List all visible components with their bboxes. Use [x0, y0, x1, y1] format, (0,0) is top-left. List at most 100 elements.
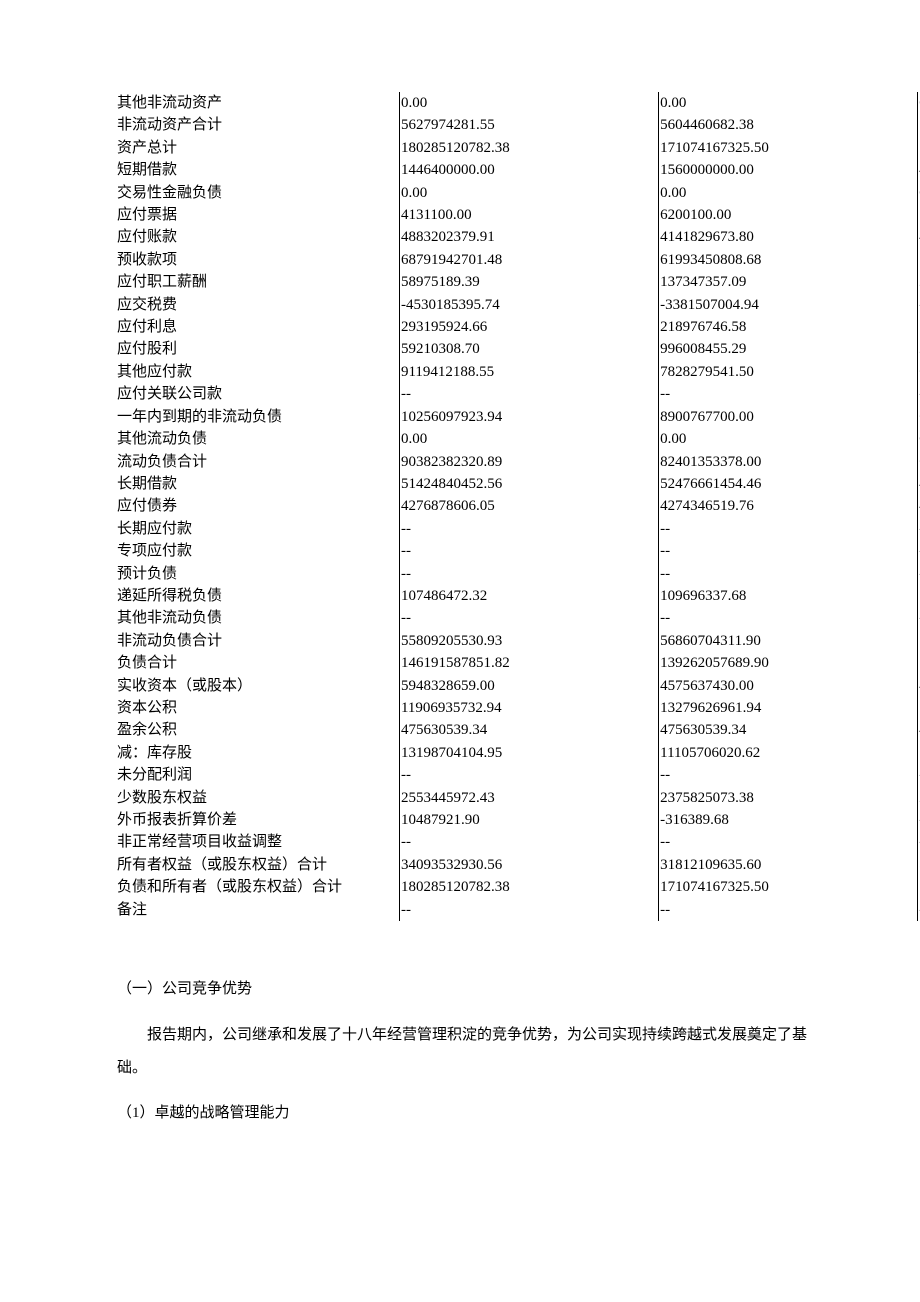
row-value: 0.00 — [659, 182, 918, 204]
row-label: 预计负债 — [117, 563, 399, 585]
row-value: 475630539.34 — [659, 719, 918, 741]
row-value: 4276878606.05 — [399, 495, 658, 517]
row-value: 7828279541.50 — [659, 361, 918, 383]
row-value: 2375825073.38 — [659, 787, 918, 809]
row-value: -- — [399, 540, 658, 562]
row-value: 139262057689.90 — [659, 652, 918, 674]
row-value: 10256097923.94 — [399, 406, 658, 428]
row-label: 应付利息 — [117, 316, 399, 338]
row-value: 59210308.70 — [399, 338, 658, 360]
row-value: 68791942701.48 — [399, 249, 658, 271]
row-value: 13279626961.94 — [659, 697, 918, 719]
row-label: 少数股东权益 — [117, 787, 399, 809]
row-value: -- — [399, 899, 658, 921]
row-value: 55809205530.93 — [399, 630, 658, 652]
row-label: 未分配利润 — [117, 764, 399, 786]
row-value: 171074167325.50 — [659, 876, 918, 898]
row-value: 31812109635.60 — [659, 854, 918, 876]
row-value: 61993450808.68 — [659, 249, 918, 271]
row-value: 34093532930.56 — [399, 854, 658, 876]
row-value: -4530185395.74 — [399, 294, 658, 316]
row-value: -3381507004.94 — [659, 294, 918, 316]
row-value: 6200100.00 — [659, 204, 918, 226]
row-value: 9119412188.55 — [399, 361, 658, 383]
row-label: 其他流动负债 — [117, 428, 399, 450]
table-row: 应交税费-4530185395.74-3381507004.94-1478091… — [117, 294, 920, 316]
row-label: 流动负债合计 — [117, 451, 399, 473]
balance-sheet-table: 其他非流动资产0.000.000.00非流动资产合计5627974281.555… — [117, 92, 920, 921]
row-value: 996008455.29 — [659, 338, 918, 360]
row-value: 11105706020.62 — [659, 742, 918, 764]
row-value: 4883202379.91 — [399, 226, 658, 248]
table-row: 预收款项68791942701.4861993450808.6851544328… — [117, 249, 920, 271]
row-value: 293195924.66 — [399, 316, 658, 338]
row-label: 递延所得税负债 — [117, 585, 399, 607]
row-label: 备注 — [117, 899, 399, 921]
row-label: 一年内到期的非流动负债 — [117, 406, 399, 428]
row-value: 0.00 — [399, 182, 658, 204]
row-label: 其他非流动负债 — [117, 607, 399, 629]
table-row: 实收资本（或股本）5948328659.004575637430.0045756… — [117, 675, 920, 697]
row-value: -- — [659, 764, 918, 786]
row-value: -- — [399, 383, 658, 405]
row-label: 负债合计 — [117, 652, 399, 674]
table-row: 专项应付款------ — [117, 540, 920, 562]
row-label: 短期借款 — [117, 159, 399, 181]
row-value: 180285120782.38 — [399, 137, 658, 159]
subsection-heading: （1）卓越的战略管理能力 — [117, 1101, 811, 1125]
table-row: 交易性金融负债0.000.000.00 — [117, 182, 920, 204]
table-row: 负债和所有者（或股东权益）合计180285120782.381710741673… — [117, 876, 920, 898]
row-value: 10487921.90 — [399, 809, 658, 831]
row-label: 应付账款 — [117, 226, 399, 248]
row-value: 146191587851.82 — [399, 652, 658, 674]
table-row: 资本公积11906935732.9413279626961.9413279626… — [117, 697, 920, 719]
row-label: 交易性金融负债 — [117, 182, 399, 204]
row-value: 0.00 — [399, 92, 658, 114]
row-value: 4575637430.00 — [659, 675, 918, 697]
row-value: -- — [659, 831, 918, 853]
table-row: 负债合计146191587851.82139262057689.90120307… — [117, 652, 920, 674]
row-value: -- — [659, 383, 918, 405]
row-value: -- — [399, 518, 658, 540]
document-page: 其他非流动资产0.000.000.00非流动资产合计5627974281.555… — [0, 0, 920, 1125]
table-row: 应付债券4276878606.054274346519.764271786299… — [117, 495, 920, 517]
table-row: 应付利息293195924.66218976746.58143932910.96 — [117, 316, 920, 338]
table-row: 应付职工薪酬58975189.39137347357.09240519095.0… — [117, 271, 920, 293]
row-value: -- — [399, 607, 658, 629]
row-label: 应交税费 — [117, 294, 399, 316]
row-label: 所有者权益（或股东权益）合计 — [117, 854, 399, 876]
row-label: 减：库存股 — [117, 742, 399, 764]
table-row: 盈余公积475630539.34475630539.34475630539.34 — [117, 719, 920, 741]
row-label: 长期借款 — [117, 473, 399, 495]
row-label: 其他非流动资产 — [117, 92, 399, 114]
row-value: 8900767700.00 — [659, 406, 918, 428]
row-value: 58975189.39 — [399, 271, 658, 293]
row-value: 5604460682.38 — [659, 114, 918, 136]
table-row: 应付股利59210308.70996008455.2921397682.70 — [117, 338, 920, 360]
row-value: 171074167325.50 — [659, 137, 918, 159]
row-value: 180285120782.38 — [399, 876, 658, 898]
section-heading: （一）公司竞争优势 — [117, 977, 811, 1001]
row-value: -- — [659, 518, 918, 540]
row-value: -- — [399, 764, 658, 786]
table-row: 非正常经营项目收益调整------ — [117, 831, 920, 853]
row-value: 13198704104.95 — [399, 742, 658, 764]
row-value: 2553445972.43 — [399, 787, 658, 809]
row-label: 外币报表折算价差 — [117, 809, 399, 831]
table-row: 预计负债------ — [117, 563, 920, 585]
row-label: 应付职工薪酬 — [117, 271, 399, 293]
table-row: 其他非流动资产0.000.000.00 — [117, 92, 920, 114]
row-label: 应付债券 — [117, 495, 399, 517]
row-label: 长期应付款 — [117, 518, 399, 540]
row-value: -316389.68 — [659, 809, 918, 831]
row-label: 专项应付款 — [117, 540, 399, 562]
row-value: 11906935732.94 — [399, 697, 658, 719]
table-row: 一年内到期的非流动负债10256097923.948900767700.0068… — [117, 406, 920, 428]
row-value: 56860704311.90 — [659, 630, 918, 652]
row-value: 218976746.58 — [659, 316, 918, 338]
row-label: 实收资本（或股本） — [117, 675, 399, 697]
row-value: 107486472.32 — [399, 585, 658, 607]
row-value: 1560000000.00 — [659, 159, 918, 181]
row-value: 137347357.09 — [659, 271, 918, 293]
row-label: 资产总计 — [117, 137, 399, 159]
